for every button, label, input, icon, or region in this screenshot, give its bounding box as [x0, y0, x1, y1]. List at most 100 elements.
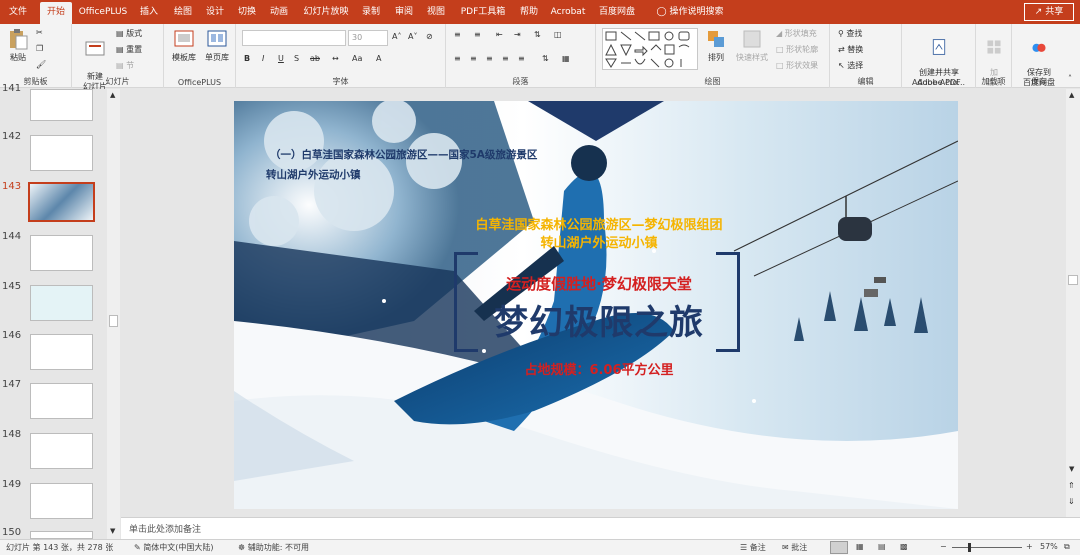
slide-thumbnail[interactable]: [30, 531, 93, 539]
font-name-field[interactable]: [242, 30, 346, 46]
font-size-field[interactable]: 30: [348, 30, 388, 46]
select-button[interactable]: ↖ 选择: [838, 60, 863, 71]
language-indicator[interactable]: ✎ 简体中文(中国大陆): [134, 542, 214, 553]
cut-icon[interactable]: ✂: [36, 28, 43, 37]
tab-record[interactable]: 录制: [356, 0, 386, 24]
area-text[interactable]: 占地规模：6.06平方公里: [449, 359, 749, 378]
change-case-icon[interactable]: Aa: [352, 54, 362, 63]
subtitle-line1[interactable]: 白草洼国家森林公园旅游区—梦幻极限组团: [449, 214, 749, 233]
tab-draw[interactable]: 绘图: [168, 0, 198, 24]
template-library-button[interactable]: 模板库: [170, 28, 198, 63]
strikethrough-icon[interactable]: ab: [310, 54, 320, 63]
line-spacing-icon[interactable]: ⇅: [534, 30, 541, 39]
shape-outline-button[interactable]: □ 形状轮廓: [776, 44, 818, 55]
paste-button[interactable]: 粘贴: [4, 28, 32, 63]
clear-format-icon[interactable]: ⊘: [426, 32, 433, 41]
bullets-icon[interactable]: ≡: [454, 30, 461, 39]
smartart-icon[interactable]: ▦: [562, 54, 570, 63]
tab-animations[interactable]: 动画: [264, 0, 294, 24]
tab-insert[interactable]: 插入: [134, 0, 164, 24]
fit-to-window-icon[interactable]: ⧉: [1064, 542, 1070, 552]
zoom-level[interactable]: 57%: [1040, 542, 1058, 551]
shapes-gallery[interactable]: [602, 28, 698, 70]
tagline[interactable]: 运动度假胜地·梦幻极限天堂: [449, 273, 749, 294]
section-button[interactable]: ▤ 节: [116, 60, 134, 71]
tab-help[interactable]: 帮助: [514, 0, 544, 24]
scroll-down-icon[interactable]: ▼: [110, 527, 115, 535]
normal-view-icon[interactable]: [830, 541, 848, 554]
prev-slide-icon[interactable]: ⇑: [1068, 481, 1075, 490]
zoom-out-icon[interactable]: −: [940, 542, 947, 551]
tell-me-search[interactable]: ◯ 操作说明搜索: [650, 0, 730, 24]
format-painter-icon[interactable]: 🖌: [36, 60, 46, 69]
copy-icon[interactable]: ❐: [36, 44, 43, 53]
scroll-up-icon[interactable]: ▲: [110, 91, 115, 99]
reset-button[interactable]: ▤ 重置: [116, 44, 142, 55]
slide-sorter-icon[interactable]: ▦: [856, 542, 864, 551]
decrease-font-icon[interactable]: A˅: [408, 32, 417, 41]
tab-officeplus[interactable]: OfficePLUS: [76, 0, 130, 24]
next-slide-icon[interactable]: ⇓: [1068, 497, 1075, 506]
share-button[interactable]: ↗ 共享: [1024, 3, 1074, 21]
tab-review[interactable]: 审阅: [389, 0, 419, 24]
scroll-up-icon[interactable]: ▲: [1069, 91, 1074, 99]
columns-icon[interactable]: ◫: [554, 30, 562, 39]
notes-placeholder[interactable]: 单击此处添加备注: [129, 522, 201, 535]
single-page-library-button[interactable]: 单页库: [202, 28, 232, 63]
distribute-icon[interactable]: ≡: [518, 54, 525, 63]
tab-pdf-toolbox[interactable]: PDF工具箱: [454, 0, 512, 24]
font-color-icon[interactable]: A: [376, 54, 381, 63]
italic-icon[interactable]: I: [262, 54, 264, 63]
align-center-icon[interactable]: ≡: [470, 54, 477, 63]
tab-file[interactable]: 文件: [0, 0, 36, 24]
slide-thumbnail[interactable]: [30, 89, 93, 121]
comments-button[interactable]: ✉ 批注: [782, 542, 807, 553]
slide-canvas[interactable]: （一）白草洼国家森林公园旅游区——国家5A级旅游景区 转山湖户外运动小镇 白草洼…: [234, 101, 958, 509]
tab-slideshow[interactable]: 幻灯片放映: [298, 0, 354, 24]
scrollbar-thumb[interactable]: [1068, 275, 1078, 285]
numbering-icon[interactable]: ≡: [474, 30, 481, 39]
tab-transitions[interactable]: 切换: [232, 0, 262, 24]
align-left-icon[interactable]: ≡: [454, 54, 461, 63]
justify-icon[interactable]: ≡: [502, 54, 509, 63]
increase-indent-icon[interactable]: ⇥: [514, 30, 521, 39]
notes-button[interactable]: ☰ 备注: [740, 542, 766, 553]
increase-font-icon[interactable]: A˄: [392, 32, 401, 41]
shape-effects-button[interactable]: □ 形状效果: [776, 60, 818, 71]
scrollbar-thumb[interactable]: [109, 315, 118, 327]
text-direction-icon[interactable]: ⇅: [542, 54, 549, 63]
find-button[interactable]: ⚲ 查找: [838, 28, 862, 39]
editor-scrollbar[interactable]: ▲ ▼ ⇑ ⇓: [1066, 89, 1080, 517]
notes-pane[interactable]: 单击此处添加备注: [121, 517, 1080, 539]
underline-icon[interactable]: U: [278, 54, 284, 63]
quick-styles-button[interactable]: 快速样式: [734, 28, 770, 63]
replace-button[interactable]: ⇄ 替换: [838, 44, 863, 55]
tab-home[interactable]: 开始: [40, 2, 72, 24]
thumbnail-scrollbar[interactable]: ▲ ▼: [107, 89, 120, 539]
scroll-down-icon[interactable]: ▼: [1069, 465, 1074, 473]
main-title[interactable]: 梦幻极限之旅: [449, 295, 749, 344]
section-heading-line1[interactable]: （一）白草洼国家森林公园旅游区——国家5A级旅游景区: [270, 147, 537, 162]
slide-thumbnail[interactable]: [30, 383, 93, 419]
slide-thumbnail[interactable]: [30, 235, 93, 271]
bold-icon[interactable]: B: [244, 54, 250, 63]
reading-view-icon[interactable]: ▤: [878, 542, 886, 551]
char-spacing-icon[interactable]: ↔: [332, 54, 339, 63]
zoom-slider-handle[interactable]: [968, 543, 971, 552]
collapse-ribbon-icon[interactable]: ˄: [1068, 74, 1072, 83]
slideshow-icon[interactable]: ▩: [900, 542, 908, 551]
layout-button[interactable]: ▤ 版式: [116, 28, 142, 39]
tab-acrobat[interactable]: Acrobat: [546, 0, 590, 24]
tab-view[interactable]: 视图: [421, 0, 451, 24]
zoom-slider[interactable]: [952, 547, 1022, 548]
slide-thumbnail[interactable]: [30, 334, 93, 370]
align-right-icon[interactable]: ≡: [486, 54, 493, 63]
section-heading-line2[interactable]: 转山湖户外运动小镇: [266, 167, 361, 182]
arrange-button[interactable]: 排列: [702, 28, 730, 63]
slide-thumbnail[interactable]: [30, 135, 93, 171]
shape-fill-button[interactable]: ◢ 形状填充: [776, 28, 817, 39]
shadow-icon[interactable]: S: [294, 54, 299, 63]
zoom-in-icon[interactable]: +: [1026, 542, 1033, 551]
accessibility-indicator[interactable]: ☸ 辅助功能: 不可用: [238, 542, 309, 553]
slide-thumbnail-current[interactable]: [28, 182, 95, 222]
